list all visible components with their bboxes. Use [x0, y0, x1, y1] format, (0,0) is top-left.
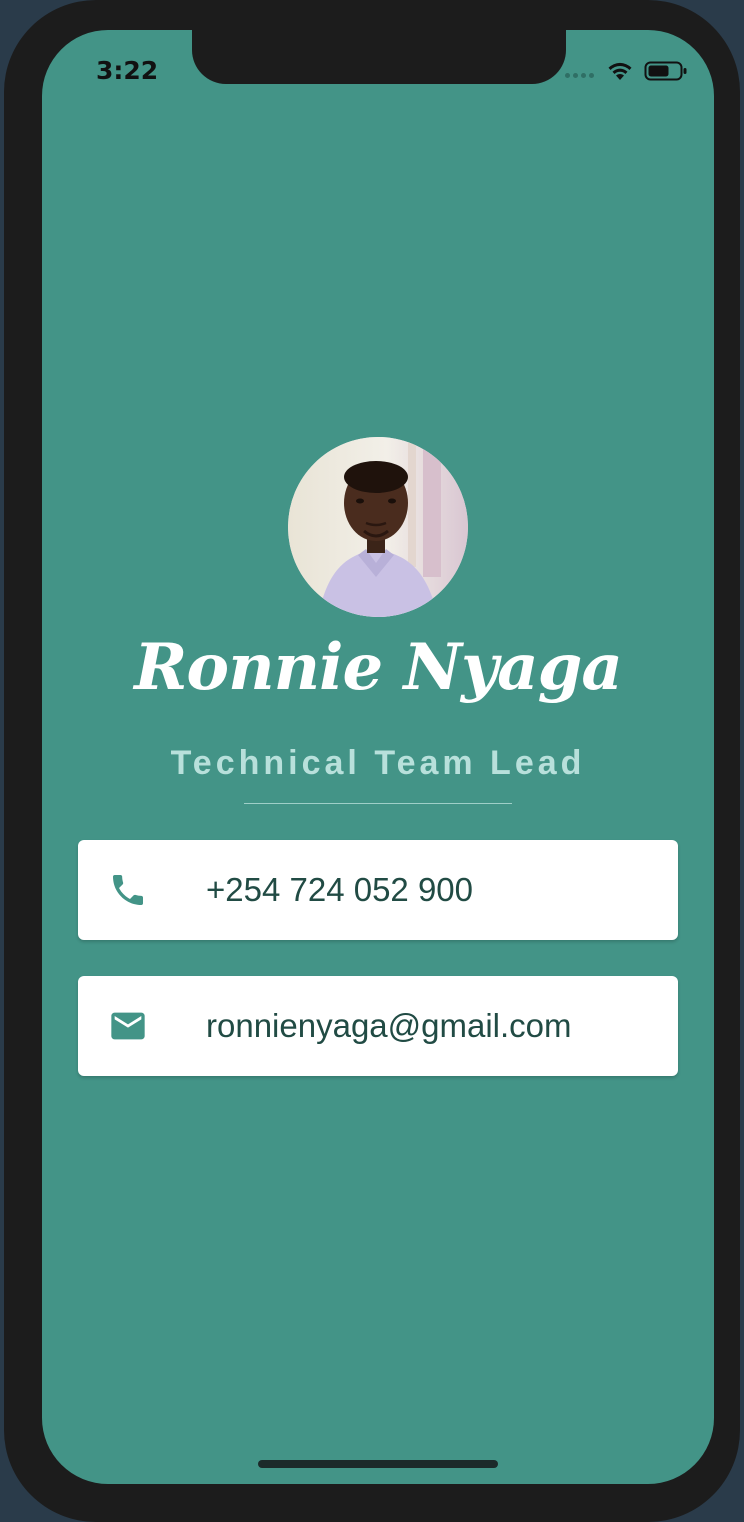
mail-icon [111, 1012, 145, 1040]
divider [244, 803, 512, 804]
app-screen: 3:22 Ronnie Nyaga Technical Team Lead +2… [42, 30, 714, 1484]
wifi-icon [608, 62, 632, 80]
phone-number: +254 724 052 900 [206, 871, 474, 908]
profile-name: Ronnie Nyaga [134, 630, 623, 705]
phone-card[interactable]: +254 724 052 900 [78, 840, 678, 940]
avatar-photo [288, 437, 468, 617]
battery-icon [644, 61, 687, 81]
device-notch [192, 30, 566, 84]
status-time: 3:22 [96, 56, 159, 85]
phone-icon [113, 875, 143, 905]
status-icons [565, 60, 688, 82]
profile-role: Technical Team Lead [170, 744, 586, 782]
home-indicator[interactable] [258, 1460, 498, 1468]
profile-avatar [288, 437, 468, 617]
cellular-signal-icon [565, 65, 594, 78]
email-address: ronnienyaga@gmail.com [206, 1007, 572, 1044]
device-frame: 3:22 Ronnie Nyaga Technical Team Lead +2… [4, 0, 740, 1522]
email-card[interactable]: ronnienyaga@gmail.com [78, 976, 678, 1076]
